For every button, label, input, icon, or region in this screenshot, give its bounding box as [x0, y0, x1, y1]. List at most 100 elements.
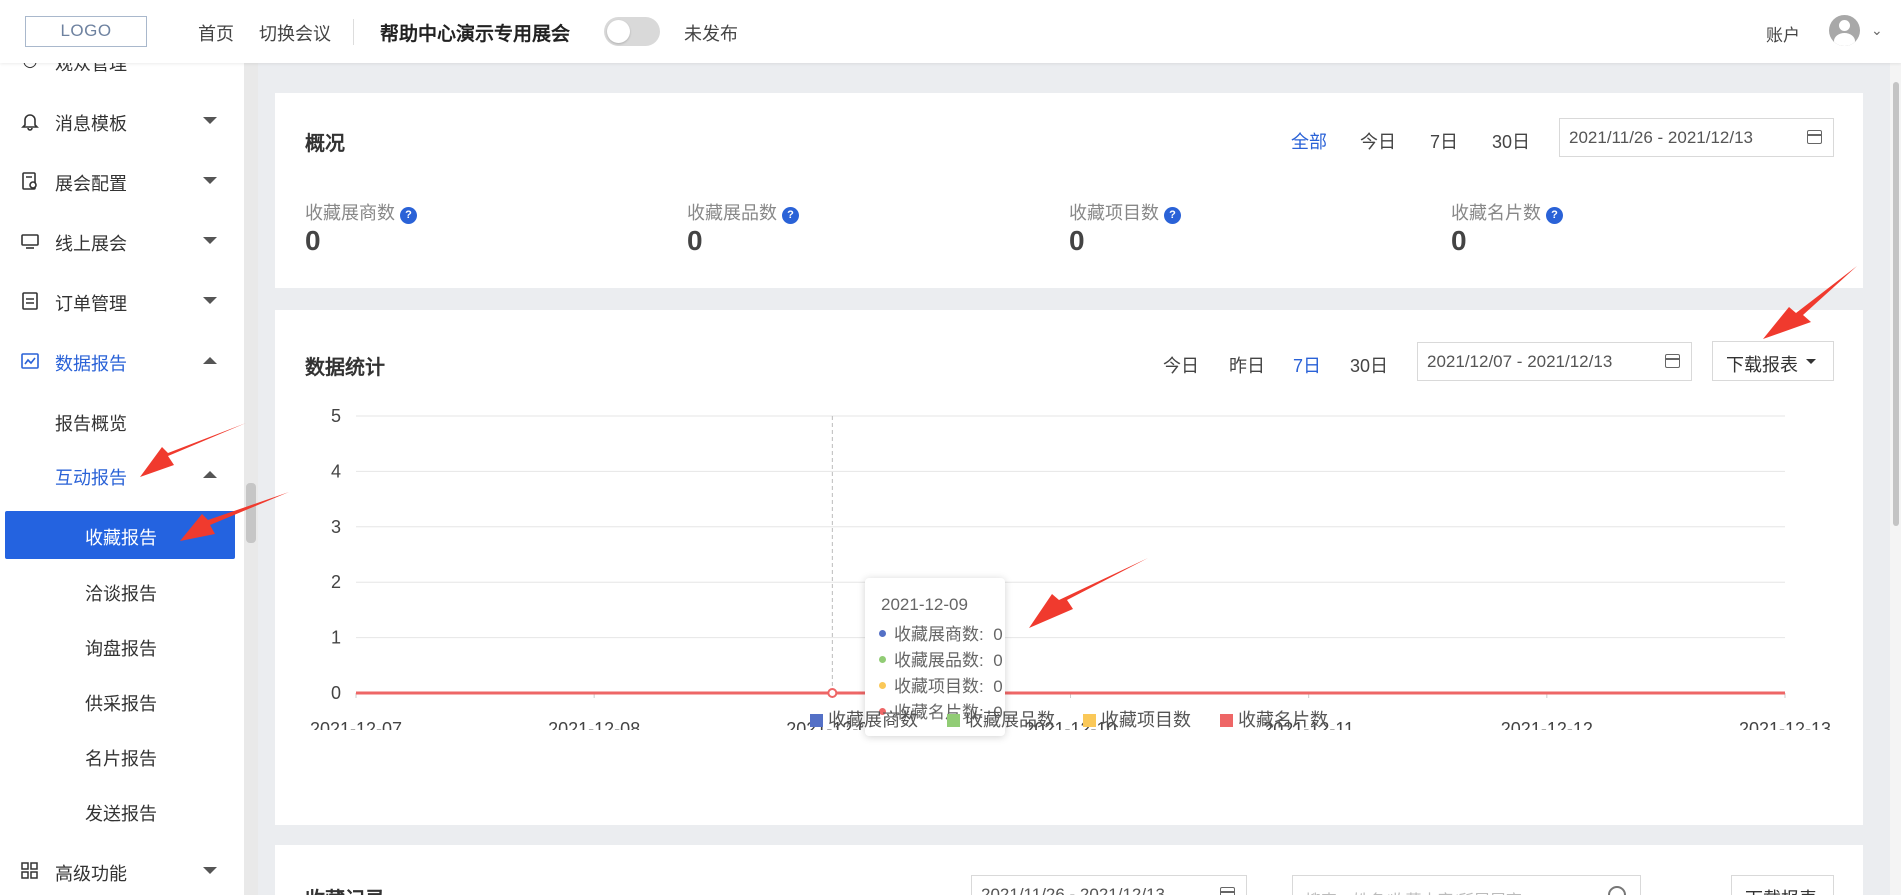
sidebar-item-label: 名片报告 — [85, 749, 157, 769]
sidebar-item-label: 订单管理 — [55, 294, 127, 314]
sidebar-item-orders[interactable]: 订单管理 — [0, 281, 244, 321]
sidebar-item-inquiry-report[interactable]: 询盘报告 — [0, 626, 244, 666]
avatar-icon[interactable] — [1829, 15, 1860, 46]
tooltip-row-label: 收藏项目数: — [894, 677, 984, 696]
help-icon[interactable]: ? — [1164, 207, 1181, 224]
caret-down-icon — [203, 867, 217, 874]
sidebar-item-card-report[interactable]: 名片报告 — [0, 736, 244, 776]
order-icon — [20, 291, 40, 311]
page-scrollbar-thumb[interactable] — [1893, 82, 1899, 526]
sidebar-item-expo-config[interactable]: 展会配置 — [0, 161, 244, 201]
records-download-button[interactable]: 下载报表 — [1731, 875, 1834, 895]
sidebar-item-data-report[interactable]: 数据报告 — [0, 341, 244, 381]
y-tick-label: 4 — [331, 461, 341, 481]
publish-toggle[interactable] — [604, 17, 660, 46]
line-chart[interactable]: 0 1 2 3 4 5 2021-12-07 2021-12-08 2021-12-09 2021… — [275, 310, 1863, 730]
y-tick-label: 1 — [331, 628, 341, 648]
help-icon[interactable]: ? — [400, 207, 417, 224]
sidebar-item-collection-report[interactable]: 收藏报告 — [5, 511, 235, 559]
nav-home-link[interactable]: 首页 — [198, 20, 234, 46]
caret-down-icon — [203, 297, 217, 304]
sidebar-item-label: 展会配置 — [55, 174, 127, 194]
y-tick-label: 5 — [331, 406, 341, 426]
toggle-knob — [607, 20, 630, 43]
legend-item-exhibitors[interactable]: 收藏展商数 — [810, 706, 918, 732]
sidebar-item-message-template[interactable]: 消息模板 — [0, 101, 244, 141]
x-tick-label: 2021-12-08 — [548, 719, 640, 730]
sidebar-item-negotiation-report[interactable]: 洽谈报告 — [0, 571, 244, 611]
legend-swatch — [1083, 714, 1096, 727]
overview-title: 概况 — [305, 133, 345, 155]
sidebar-item-label: 收藏报告 — [85, 528, 157, 548]
publish-status: 未发布 — [684, 24, 738, 44]
stat-value-products: 0 — [687, 225, 703, 256]
series-dot-icon — [879, 682, 886, 689]
nav-divider — [353, 19, 354, 45]
bell-icon — [20, 111, 40, 131]
logo[interactable]: LOGO — [25, 16, 147, 47]
help-icon[interactable]: ? — [782, 207, 799, 224]
sidebar-item-label: 数据报告 — [55, 354, 127, 374]
x-tick-label: 2021-12-13 — [1739, 719, 1831, 730]
tooltip-row: 收藏展品数: 0 — [879, 646, 1003, 671]
sidebar-item-procurement-report[interactable]: 供采报告 — [0, 681, 244, 721]
stat-value-exhibitors: 0 — [305, 225, 321, 256]
stat-value-cards: 0 — [1451, 225, 1467, 256]
sidebar: ◡ 观众管理 消息模板 展会配置 线上展会 订单管理 数据报告 — [0, 63, 244, 895]
stat-label-projects: 收藏项目数? — [1069, 199, 1181, 225]
sidebar-item-label: 报告概览 — [55, 414, 127, 434]
caret-down-icon — [203, 117, 217, 124]
stat-label-exhibitors: 收藏展商数? — [305, 199, 417, 225]
legend-item-products[interactable]: 收藏展品数 — [947, 706, 1055, 732]
caret-down-icon — [203, 237, 217, 244]
tooltip-row: 收藏展商数: 0 — [879, 620, 1003, 645]
sidebar-item-label: 高级功能 — [55, 864, 127, 884]
legend-swatch — [1220, 714, 1233, 727]
tooltip-row-value: 0 — [993, 651, 1003, 670]
legend-item-cards[interactable]: 收藏名片数 — [1220, 706, 1328, 732]
sidebar-item-audience[interactable]: ◡ 观众管理 — [0, 63, 244, 81]
search-placeholder: 搜索：姓名/收藏内容/所属展商 — [1305, 887, 1522, 895]
top-header: LOGO 首页 切换会议 帮助中心演示专用展会 未发布 账户 ⌄ — [0, 0, 1901, 63]
stat-label-text: 收藏展商数 — [305, 203, 395, 223]
tooltip-row-value: 0 — [993, 677, 1003, 696]
overview-date-range-picker[interactable]: 2021/11/26 - 2021/12/13 — [1559, 118, 1834, 157]
tooltip-row-label: 收藏展品数: — [894, 651, 984, 670]
sidebar-item-label: 互动报告 — [55, 468, 127, 488]
stat-value-projects: 0 — [1069, 225, 1085, 256]
sidebar-item-report-overview[interactable]: 报告概览 — [0, 401, 244, 441]
sidebar-scrollbar[interactable] — [244, 63, 258, 895]
account-label[interactable]: 账户 — [1766, 21, 1800, 46]
help-icon[interactable]: ? — [1546, 207, 1563, 224]
range-7d-button[interactable]: 7日 — [1430, 128, 1458, 154]
legend-swatch — [810, 714, 823, 727]
y-tick-label: 2 — [331, 572, 341, 592]
stat-label-text: 收藏展品数 — [687, 203, 777, 223]
range-30d-button[interactable]: 30日 — [1492, 128, 1530, 154]
sidebar-item-label: 发送报告 — [85, 804, 157, 824]
sidebar-item-interactive-report[interactable]: 互动报告 — [0, 455, 244, 495]
legend-label: 收藏展商数 — [828, 710, 918, 730]
monitor-icon — [20, 231, 40, 251]
records-date-range-picker[interactable]: 2021/11/26 - 2021/12/13 — [971, 875, 1247, 895]
statistics-card: 数据统计 今日 昨日 7日 30日 2021/12/07 - 2021/12/1… — [275, 310, 1863, 825]
chevron-down-icon[interactable]: ⌄ — [1871, 22, 1883, 39]
tooltip-row-label: 收藏展商数: — [894, 625, 984, 644]
caret-up-icon — [203, 471, 217, 478]
sidebar-scrollbar-thumb[interactable] — [246, 483, 256, 543]
sidebar-item-send-report[interactable]: 发送报告 — [0, 791, 244, 831]
tooltip-date: 2021-12-09 — [881, 595, 968, 614]
nav-switch-conference-link[interactable]: 切换会议 — [259, 20, 331, 46]
range-today-button[interactable]: 今日 — [1360, 128, 1396, 154]
sidebar-item-label: 消息模板 — [55, 114, 127, 134]
sidebar-item-online-expo[interactable]: 线上展会 — [0, 221, 244, 261]
x-tick-label: 2021-12-12 — [1501, 719, 1593, 730]
overview-card: 概况 全部 今日 7日 30日 2021/11/26 - 2021/12/13 … — [275, 93, 1863, 288]
stat-label-products: 收藏展品数? — [687, 199, 799, 225]
records-search-input[interactable]: 搜索：姓名/收藏内容/所属展商 — [1292, 875, 1641, 895]
calendar-icon — [1220, 887, 1235, 895]
range-all-button[interactable]: 全部 — [1291, 128, 1327, 154]
legend-item-projects[interactable]: 收藏项目数 — [1083, 706, 1191, 732]
sidebar-item-label: 供采报告 — [85, 694, 157, 714]
sidebar-item-advanced[interactable]: 高级功能 — [0, 851, 244, 891]
